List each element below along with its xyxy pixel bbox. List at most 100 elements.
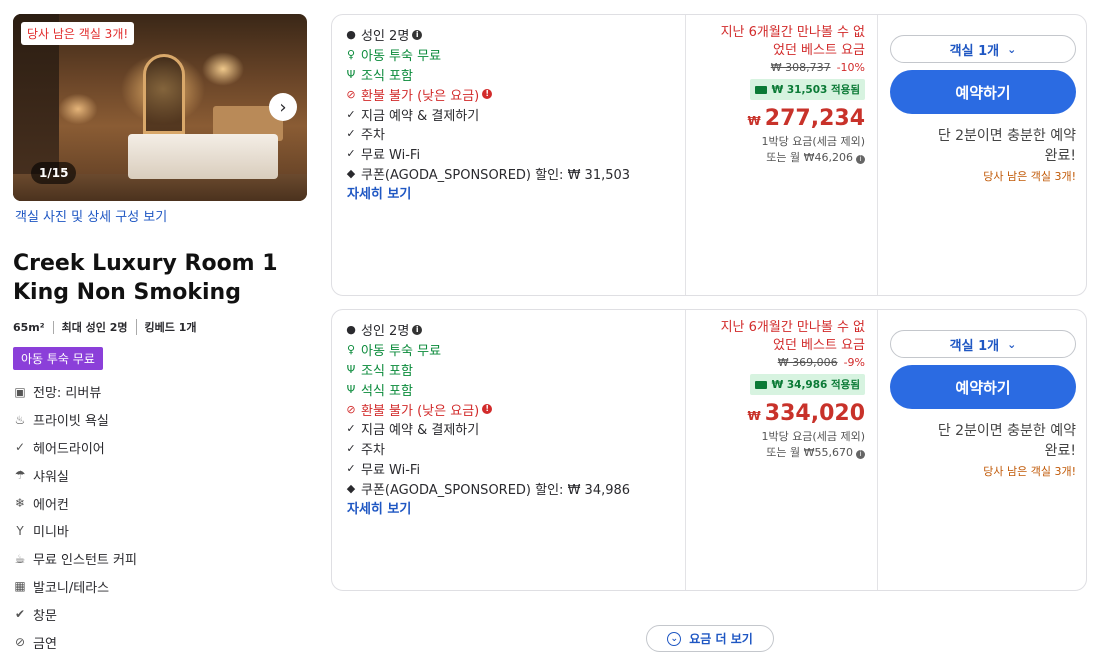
- amenity-label: 미니바: [33, 525, 69, 541]
- room-photo[interactable]: 당사 남은 객실 3개! › 1/15: [13, 14, 307, 201]
- room-count-select[interactable]: 객실 1개 ⌄: [890, 330, 1076, 358]
- amenity-label: 에어컨: [33, 497, 69, 513]
- offer-feature: ◆ 쿠폰(AGODA_SPONSORED) 할인: ₩ 34,986: [345, 478, 685, 498]
- quick-booking-note: 단 2분이면 충분한 예약 완료!: [890, 421, 1076, 461]
- best-price-line2: 었던 베스트 요금: [773, 338, 865, 353]
- chevron-down-icon: ⌄: [667, 631, 682, 646]
- amenity-label: 창문: [33, 608, 57, 624]
- coupon-applied-label: ₩ 34,986 적용됨: [771, 379, 860, 391]
- tag-icon: ◆: [346, 481, 356, 495]
- room-title-line2: King Non Smoking: [13, 280, 241, 305]
- offer-feature: Ψ 조식 포함: [345, 65, 685, 85]
- discount-percent: -10%: [836, 61, 865, 74]
- chevron-down-icon: ⌄: [1007, 337, 1017, 351]
- check-icon: ✓: [346, 461, 356, 475]
- monthly-amount: 또는 월 ₩46,206: [766, 151, 853, 164]
- person-icon: ●: [346, 323, 356, 337]
- best-price-line1: 지난 6개월간 만나볼 수 없: [720, 25, 865, 40]
- offer-booking-column: 객실 1개 ⌄ 예약하기 단 2분이면 충분한 예약 완료! 당사 남은 객실 3…: [878, 310, 1086, 590]
- offer-features-column: ● 성인 2명 i ♀ 아동 투숙 무료 Ψ 조식 포함 ⊘ 환불 불가 (낮은 요금)! ✓ 지…: [332, 15, 686, 295]
- offer-feature: ✓ 무료 Wi-Fi: [345, 459, 685, 479]
- quick-note-line2: 완료!: [1044, 148, 1076, 164]
- coffee-icon: ☕: [14, 551, 26, 566]
- amenity-label: 무료 인스턴트 커피: [33, 553, 137, 569]
- room-count-select[interactable]: 객실 1개 ⌄: [890, 35, 1076, 63]
- offer-feature-label: 아동 투숙 무료: [361, 344, 442, 360]
- monthly-amount: 또는 월 ₩55,670: [766, 446, 853, 459]
- info-icon[interactable]: i: [856, 450, 865, 459]
- book-button[interactable]: 예약하기: [890, 365, 1076, 409]
- info-icon[interactable]: !: [482, 404, 493, 415]
- check-icon: ✓: [346, 442, 356, 456]
- details-link[interactable]: 자세히 보기: [347, 187, 411, 202]
- check-icon: ✓: [346, 127, 356, 141]
- offer-feature-label: 주차: [361, 443, 385, 459]
- original-price: ₩ 369,006: [777, 356, 838, 369]
- offer-feature-label: 조식 포함: [361, 68, 413, 84]
- best-price-line1: 지난 6개월간 만나볼 수 없: [720, 320, 865, 335]
- room-count-label: 객실 1개: [949, 43, 1000, 59]
- amenities-list: ▣ 전망: 리버뷰 ♨ 프라이빗 욕실 ✓ 헤어드라이어 ☂ 샤워실 ❄ 에어컨 Y 미니바 ☕ 무료 인…: [13, 378, 313, 656]
- chevron-right-icon[interactable]: ›: [269, 93, 297, 121]
- cocktail-icon: Y: [16, 523, 24, 538]
- price-amount: 334,020: [764, 401, 865, 426]
- discount-percent: -9%: [843, 356, 865, 369]
- room-count-label: 객실 1개: [949, 338, 1000, 354]
- offer-card: ● 성인 2명 i ♀ 아동 투숙 무료 Ψ 조식 포함 ⊘ 환불 불가 (낮은 요금)! ✓ 지…: [331, 14, 1087, 296]
- best-price-note: 지난 6개월간 만나볼 수 없 었던 베스트 요금: [686, 319, 865, 355]
- balcony-icon: ▦: [14, 579, 26, 594]
- photo-counter: 1/15: [31, 162, 77, 184]
- offer-feature-label: 쿠폰(AGODA_SPONSORED) 할인: ₩ 31,503: [361, 167, 631, 183]
- more-rates-button[interactable]: ⌄ 요금 더 보기: [646, 625, 774, 652]
- amenity-item: ▦ 발코니/테라스: [13, 573, 313, 601]
- utensils-icon: Ψ: [346, 67, 356, 81]
- amenity-item: ❄ 에어컨: [13, 489, 313, 517]
- offer-feature-label: 무료 Wi-Fi: [361, 148, 421, 164]
- offer-guests-label: 성인 2명: [361, 324, 410, 340]
- photo-bed-shape: [128, 134, 278, 179]
- child-icon: ♀: [346, 48, 356, 62]
- info-icon[interactable]: i: [412, 324, 423, 335]
- shower-icon: ☂: [14, 468, 26, 483]
- offer-feature-label: 환불 불가 (낮은 요금): [361, 403, 480, 419]
- offer-feature-label: 지금 예약 & 결제하기: [361, 423, 480, 439]
- room-title-line1: Creek Luxury Room 1: [13, 251, 278, 276]
- room-photos-link[interactable]: 객실 사진 및 상세 구성 보기: [15, 206, 313, 225]
- per-night-note: 1박당 요금(세금 제외): [761, 430, 865, 443]
- room-bed-type: 킹베드 1개: [144, 321, 197, 334]
- offer-feature: Ψ 조식 포함: [345, 360, 685, 380]
- offer-feature: ⊘ 환불 불가 (낮은 요금)!: [345, 84, 685, 104]
- offer-feature: ◆ 쿠폰(AGODA_SPONSORED) 할인: ₩ 31,503: [345, 164, 685, 184]
- book-button[interactable]: 예약하기: [890, 70, 1076, 114]
- details-link[interactable]: 자세히 보기: [347, 502, 411, 517]
- tag-icon: ◆: [346, 166, 356, 180]
- amenity-item: ✓ 헤어드라이어: [13, 434, 313, 462]
- room-title: Creek Luxury Room 1 King Non Smoking: [13, 249, 313, 307]
- amenity-item: ☂ 샤워실: [13, 461, 313, 489]
- coupon-applied-badge: ₩ 31,503 적용됨: [749, 79, 865, 100]
- check-icon: ✓: [346, 422, 356, 436]
- offer-features-column: ● 성인 2명 i ♀ 아동 투숙 무료 Ψ 조식 포함 Ψ 석식 포함 ⊘ 환불 불가 (낮은 …: [332, 310, 686, 590]
- coupon-applied-badge: ₩ 34,986 적용됨: [749, 374, 865, 395]
- snowflake-icon: ❄: [14, 496, 26, 511]
- offer-price-column: 지난 6개월간 만나볼 수 없 었던 베스트 요금 ₩ 369,006 -9% ₩…: [686, 310, 878, 590]
- check-icon: ✓: [346, 147, 356, 161]
- offer-price: ₩277,234: [686, 106, 865, 131]
- offer-guests: ● 성인 2명 i: [345, 320, 685, 340]
- chevron-down-icon: ⌄: [1007, 42, 1017, 56]
- offer-card: ● 성인 2명 i ♀ 아동 투숙 무료 Ψ 조식 포함 Ψ 석식 포함 ⊘ 환불 불가 (낮은 …: [331, 309, 1087, 591]
- offer-price-column: 지난 6개월간 만나볼 수 없 었던 베스트 요금 ₩ 308,737 -10% …: [686, 15, 878, 295]
- ticket-icon: [754, 380, 767, 389]
- info-icon[interactable]: !: [482, 89, 493, 100]
- room-info-panel: 당사 남은 객실 3개! › 1/15 객실 사진 및 상세 구성 보기 Cre…: [13, 14, 313, 656]
- amenity-label: 전망: 리버뷰: [33, 386, 102, 402]
- currency-symbol: ₩: [747, 114, 761, 128]
- amenity-item: ▣ 전망: 리버뷰: [13, 378, 313, 406]
- info-icon[interactable]: i: [856, 155, 865, 164]
- coupon-applied-label: ₩ 31,503 적용됨: [771, 84, 860, 96]
- original-price-row: ₩ 308,737 -10%: [686, 61, 865, 74]
- offer-feature-label: 지금 예약 & 결제하기: [361, 108, 480, 124]
- view-icon: ▣: [14, 384, 26, 399]
- info-icon[interactable]: i: [412, 29, 423, 40]
- offer-feature-label: 주차: [361, 128, 385, 144]
